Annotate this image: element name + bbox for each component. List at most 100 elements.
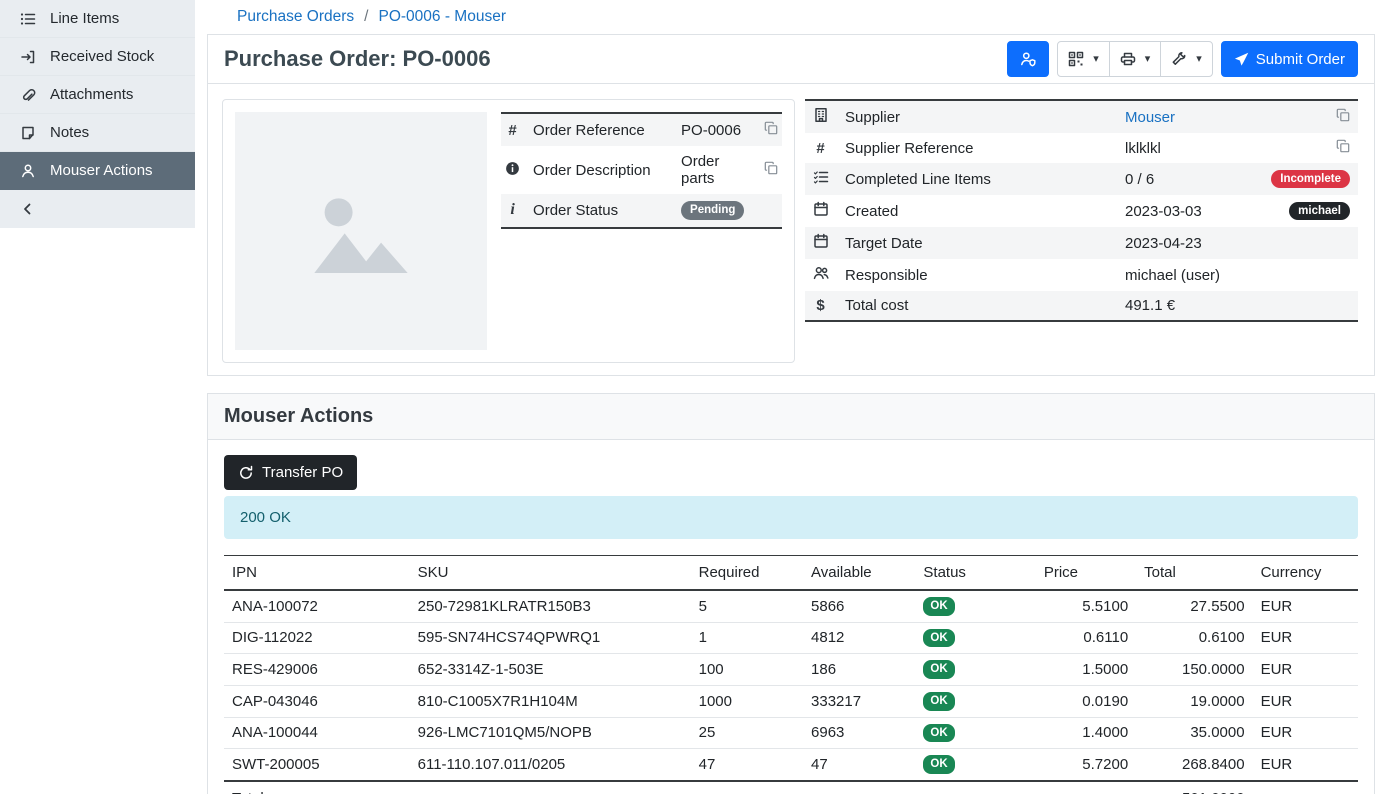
column-header: Required: [691, 556, 803, 591]
detail-value: Order parts: [681, 153, 719, 187]
submit-order-label: Submit Order: [1256, 51, 1345, 68]
detail-label: Created: [845, 203, 898, 220]
detail-label: Completed Line Items: [845, 171, 991, 188]
panel-body: Transfer PO 200 OK IPNSKURequiredAvailab…: [208, 440, 1374, 794]
detail-label: Order Description: [533, 162, 651, 179]
supplier-info-row: $Total cost491.1 €: [805, 291, 1358, 321]
detail-value: 2023-04-23: [1125, 235, 1202, 252]
detail-label: Order Status: [533, 202, 618, 219]
table-row: SWT-200005611-110.107.011/02054747OK5.72…: [224, 749, 1358, 781]
table-cell: 0.0190: [1082, 693, 1128, 710]
table-cell: 47: [699, 756, 716, 773]
table-cell: 5866: [811, 598, 844, 615]
order-details: #Order ReferencePO-0006Order Description…: [208, 84, 1374, 375]
status-badge: OK: [923, 597, 954, 616]
copy-icon[interactable]: [764, 121, 778, 135]
header-actions: ▾ ▾ ▾ Submit Order: [1007, 41, 1358, 77]
table-row: RES-429006652-3314Z-1-503E100186OK1.5000…: [224, 654, 1358, 686]
table-cell: EUR: [1261, 598, 1293, 615]
breadcrumb-separator: /: [364, 8, 368, 26]
info-circle-icon: [505, 161, 520, 176]
dollar-icon: $: [813, 297, 828, 314]
header-button-group: ▾ ▾ ▾: [1057, 41, 1213, 77]
chevron-left-icon: [20, 201, 36, 217]
breadcrumb-link-purchase-orders[interactable]: Purchase Orders: [237, 8, 354, 26]
detail-value: 2023-03-03: [1125, 203, 1202, 220]
send-icon: [1234, 52, 1249, 67]
table-cell: 810-C1005X7R1H104M: [418, 693, 578, 710]
copy-icon[interactable]: [1336, 139, 1350, 153]
hash-icon: #: [813, 140, 828, 157]
column-header: Total: [1136, 556, 1252, 591]
supplier-info-table: SupplierMouser#Supplier Referencelklklkl…: [805, 99, 1358, 322]
detail-label: Supplier: [845, 109, 900, 126]
table-row: ANA-100072250-72981KLRATR150B355866OK5.5…: [224, 590, 1358, 622]
table-cell: 1.4000: [1082, 724, 1128, 741]
print-actions-button[interactable]: ▾: [1109, 41, 1162, 77]
sidebar-item-label: Notes: [50, 124, 89, 141]
sidebar-item-mouser-actions[interactable]: Mouser Actions: [0, 152, 195, 190]
table-cell: RES-429006: [232, 661, 318, 678]
column-header: Currency: [1253, 556, 1358, 591]
table-cell: 333217: [811, 693, 861, 710]
table-cell: 100: [699, 661, 724, 678]
parts-table-header-row: IPNSKURequiredAvailableStatusPriceTotalC…: [224, 556, 1358, 591]
purchase-order-card: Purchase Order: PO-0006 ▾▾▾Submit Order …: [207, 34, 1375, 376]
column-header: IPN: [224, 556, 410, 591]
order-info-table: #Order ReferencePO-0006Order Description…: [501, 112, 782, 229]
detail-label: Supplier Reference: [845, 140, 973, 157]
breadcrumb-link-current-order[interactable]: PO-0006 - Mouser: [378, 8, 506, 26]
copy-icon[interactable]: [1336, 108, 1350, 122]
order-card-header: Purchase Order: PO-0006 ▾▾▾Submit Order: [208, 35, 1374, 84]
submit-order-button[interactable]: Submit Order: [1221, 41, 1358, 77]
supplier-link[interactable]: Mouser: [1125, 109, 1175, 126]
copy-icon[interactable]: [764, 161, 778, 175]
building-icon: [813, 107, 829, 123]
breadcrumb: Purchase Orders / PO-0006 - Mouser: [207, 0, 1375, 34]
order-actions-button[interactable]: ▾: [1160, 41, 1213, 77]
table-cell: 0.6100: [1199, 629, 1245, 646]
list-check-icon: [813, 169, 829, 185]
column-header: Status: [915, 556, 1035, 591]
table-cell: 652-3314Z-1-503E: [418, 661, 544, 678]
table-cell: 5.5100: [1082, 598, 1128, 615]
table-cell: 19.0000: [1190, 693, 1244, 710]
printer-icon: [1120, 51, 1136, 67]
table-footer-row: Total501.0000: [224, 781, 1358, 794]
table-cell: ANA-100044: [232, 724, 318, 741]
sidebar-item-label: Line Items: [50, 10, 119, 27]
footer-total-value: 501.0000: [1136, 781, 1252, 794]
user-shield-button[interactable]: [1007, 41, 1049, 77]
detail-value: PO-0006: [681, 122, 741, 139]
barcode-actions-button[interactable]: ▾: [1057, 41, 1110, 77]
sidebar-item-attachments[interactable]: Attachments: [0, 76, 195, 114]
sidebar-item-received-stock[interactable]: Received Stock: [0, 38, 195, 76]
table-cell: EUR: [1261, 693, 1293, 710]
table-row: CAP-043046810-C1005X7R1H104M1000333217OK…: [224, 685, 1358, 717]
table-cell: 4812: [811, 629, 844, 646]
transfer-po-button[interactable]: Transfer PO: [224, 455, 357, 490]
caret-down-icon: ▾: [1194, 54, 1202, 65]
sidebar-item-line-items[interactable]: Line Items: [0, 0, 195, 38]
note-icon: [20, 125, 36, 141]
caret-down-icon: ▾: [1091, 54, 1099, 65]
info-italic-icon: i: [505, 201, 520, 219]
table-cell: 25: [699, 724, 716, 741]
table-cell: DIG-112022: [232, 629, 313, 646]
paperclip-icon: [20, 87, 36, 103]
caret-down-icon: ▾: [1143, 54, 1151, 65]
supplier-info-row: Completed Line Items0 / 6Incomplete: [805, 163, 1358, 195]
order-image-placeholder: [235, 112, 487, 350]
detail-label: Total cost: [845, 297, 908, 314]
sidebar-item-notes[interactable]: Notes: [0, 114, 195, 152]
users-icon: [813, 265, 829, 281]
column-header: Price: [1036, 556, 1136, 591]
hash-icon: #: [505, 122, 520, 139]
sidebar-collapse-button[interactable]: [0, 190, 195, 228]
order-summary-box: #Order ReferencePO-0006Order Description…: [222, 99, 795, 363]
column-header: Available: [803, 556, 915, 591]
table-cell: 186: [811, 661, 836, 678]
status-badge: OK: [923, 755, 954, 774]
qrcode-icon: [1068, 51, 1084, 67]
status-badge: OK: [923, 692, 954, 711]
